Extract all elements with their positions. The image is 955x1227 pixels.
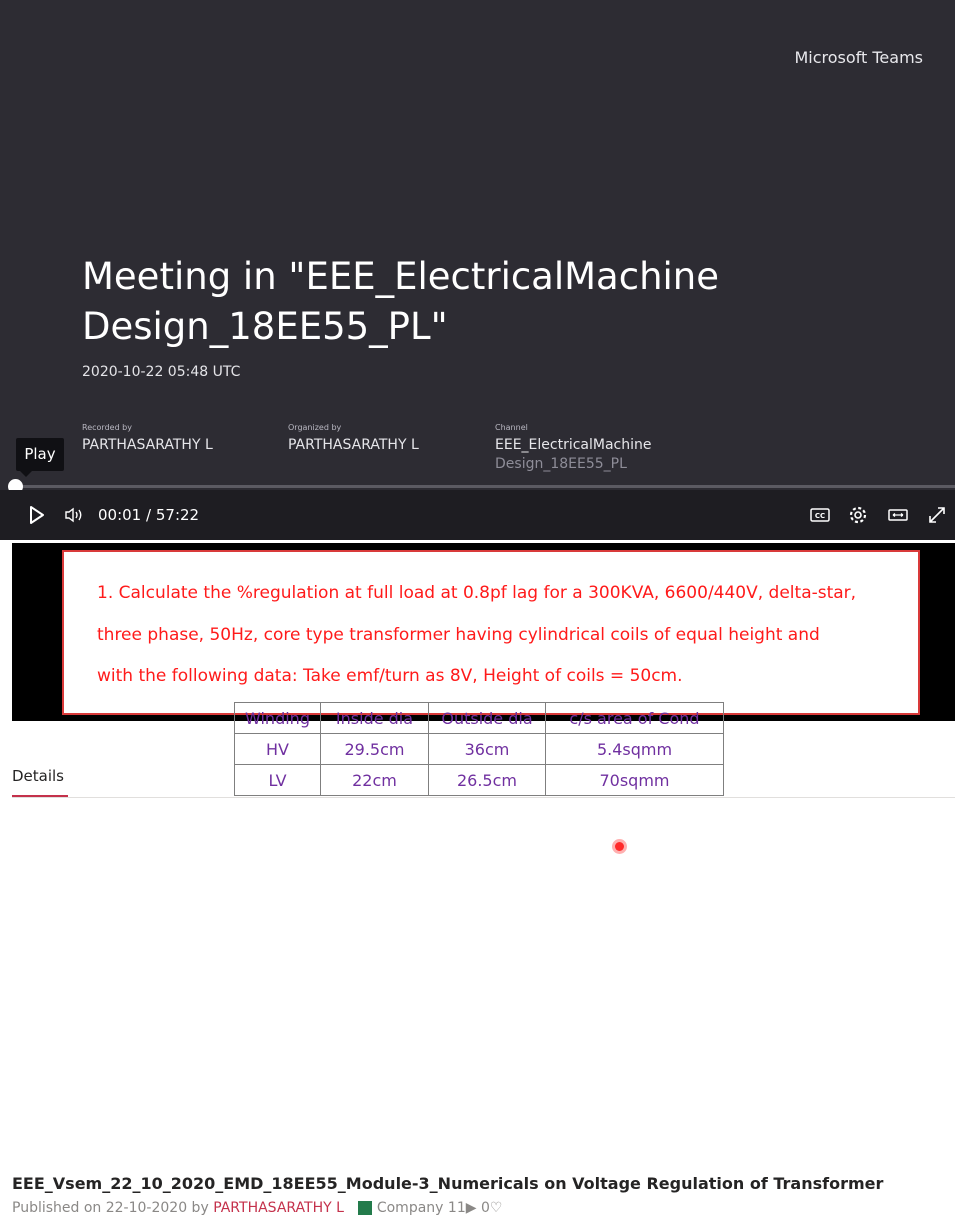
channel-value-line1: EEE_ElectricalMachine [495, 437, 652, 453]
views-count: 11 [447, 1200, 466, 1216]
table-header: Outside dia [428, 702, 546, 734]
table-cell: 26.5cm [428, 764, 546, 796]
svg-text:CC: CC [815, 512, 825, 520]
organized-by: Organized by PARTHASARATHY L [288, 423, 419, 455]
captions-icon[interactable]: CC [808, 490, 832, 540]
organized-by-label: Organized by [288, 423, 342, 432]
table-header: Inside dia [320, 702, 429, 734]
heart-icon[interactable]: ♡ [490, 1200, 503, 1216]
question-line-3: with the following data: Take emf/turn a… [97, 666, 683, 686]
question-line-1: 1. Calculate the %regulation at full loa… [97, 583, 857, 603]
question-line-2: three phase, 50Hz, core type transformer… [97, 625, 820, 645]
table-cell: 22cm [320, 764, 429, 796]
table-cell: 5.4sqmm [545, 733, 724, 765]
time-display: 00:01 / 57:22 [98, 490, 199, 540]
meeting-title: Meeting in "EEE_ElectricalMachine Design… [82, 255, 720, 348]
progress-bar[interactable] [16, 485, 955, 488]
channel-label: Channel [495, 423, 528, 432]
likes-count: 0 [480, 1200, 490, 1216]
current-time: 00:01 [98, 506, 142, 524]
duration: 57:22 [155, 506, 200, 524]
time-separator: / [146, 506, 152, 524]
winding-data-table: Winding Inside dia Outside dia c/s area … [234, 702, 724, 796]
table-header: c/s area of Cond [545, 702, 724, 734]
meeting-date: 2020-10-22 05:48 UTC [82, 364, 241, 380]
play-icon[interactable] [22, 490, 52, 540]
volume-icon[interactable] [62, 490, 88, 540]
presentation-slide: 1. Calculate the %regulation at full loa… [62, 550, 920, 851]
player-controls: 00:01 / 57:22 CC [0, 490, 955, 540]
laser-pointer [615, 842, 624, 851]
table-header-row: Winding Inside dia Outside dia c/s area … [234, 702, 724, 734]
brand-label: Microsoft Teams [794, 48, 923, 67]
tab-details[interactable]: Details [12, 767, 64, 785]
table-cell: LV [234, 764, 321, 796]
table-row: LV 22cm 26.5cm 70sqmm [234, 764, 724, 796]
publish-info: Published on 22-10-2020 by PARTHASARATHY… [12, 1200, 502, 1227]
recorded-by-label: Recorded by [82, 423, 132, 432]
settings-icon[interactable] [846, 490, 870, 540]
play-tooltip: Play [16, 438, 64, 477]
published-prefix: Published on 22-10-2020 by [12, 1200, 209, 1216]
video-title: EEE_Vsem_22_10_2020_EMD_18EE55_Module-3_… [12, 1174, 884, 1193]
channel: Channel EEE_ElectricalMachine Design_18E… [495, 423, 652, 474]
video-player[interactable]: Microsoft Teams Meeting in "EEE_Electric… [0, 0, 955, 540]
table-header: Winding [234, 702, 321, 734]
fullscreen-icon[interactable] [924, 490, 950, 540]
organized-by-value: PARTHASARATHY L [288, 437, 419, 453]
visibility: Company [376, 1200, 444, 1216]
channel-value-line2: Design_18EE55_PL [495, 456, 627, 472]
author-link[interactable]: PARTHASARATHY L [213, 1200, 344, 1216]
table-cell: 29.5cm [320, 733, 429, 765]
video-page: Microsoft Teams Meeting in "EEE_Electric… [0, 0, 955, 1227]
table-cell: 36cm [428, 733, 546, 765]
views-icon: ▶ [465, 1200, 477, 1216]
theater-mode-icon[interactable] [886, 490, 910, 540]
divider [12, 797, 955, 798]
company-icon [358, 1201, 373, 1215]
table-cell: HV [234, 733, 321, 765]
recorded-by-value: PARTHASARATHY L [82, 437, 213, 453]
recorded-by: Recorded by PARTHASARATHY L [82, 423, 213, 455]
table-row: HV 29.5cm 36cm 5.4sqmm [234, 733, 724, 765]
table-cell: 70sqmm [545, 764, 724, 796]
